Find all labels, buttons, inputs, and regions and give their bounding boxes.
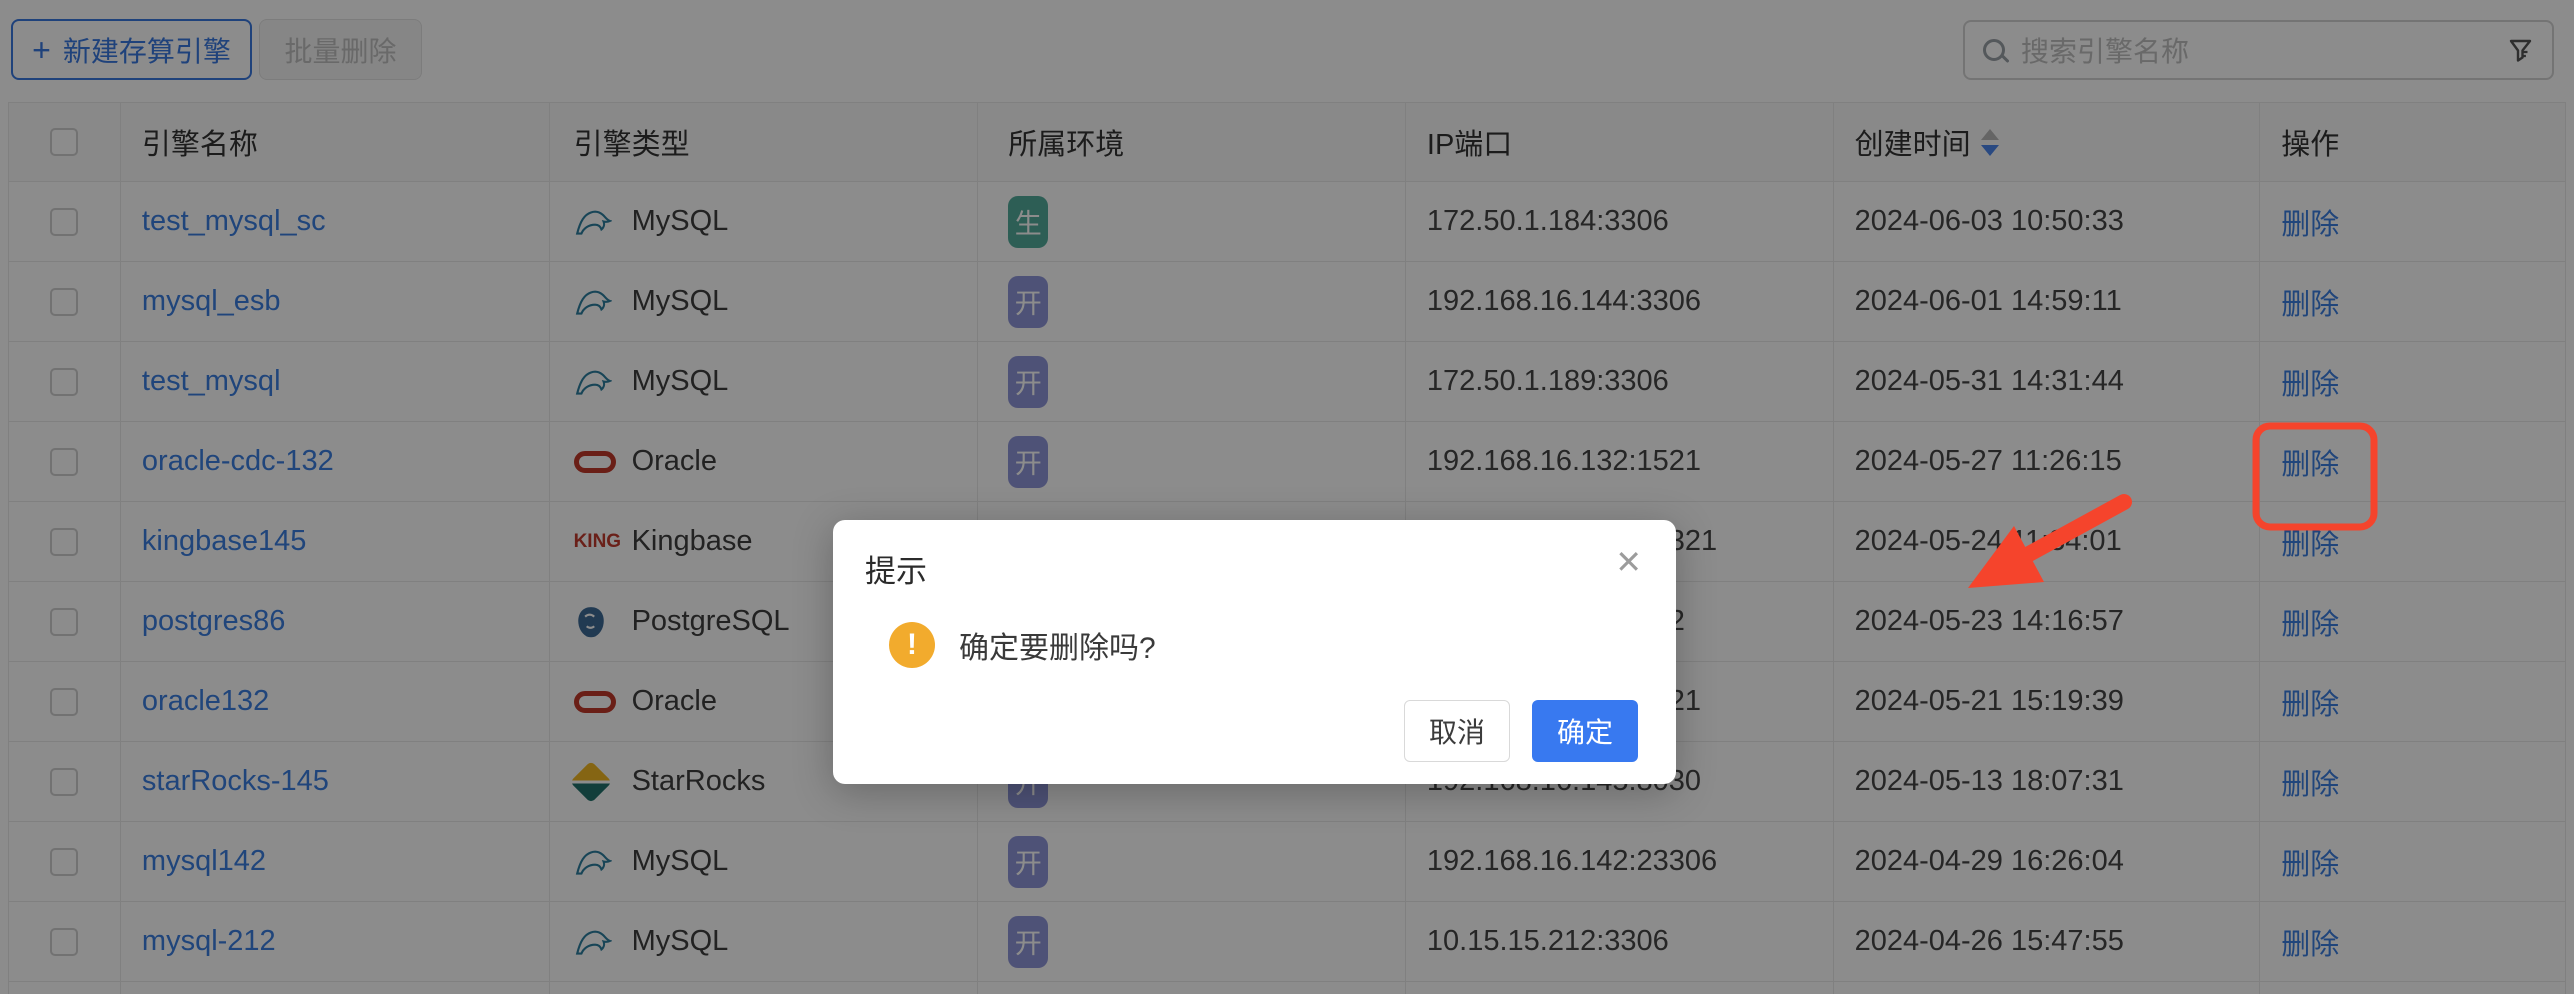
confirm-button[interactable]: 确定 <box>1532 700 1638 762</box>
cancel-button[interactable]: 取消 <box>1404 700 1510 762</box>
modal-mask <box>0 0 2574 994</box>
warning-icon: ! <box>889 622 935 668</box>
delete-confirm-modal: 提示 ✕ ! 确定要删除吗? 取消 确定 <box>833 520 1676 784</box>
confirm-message: 确定要删除吗? <box>959 623 1156 667</box>
engine-management-page: + 新建存算引擎 批量删除 搜索引擎名称 引擎名称 引擎类型 所属环境 IP端口… <box>0 0 2574 994</box>
close-icon[interactable]: ✕ <box>1615 546 1642 578</box>
modal-title: 提示 <box>865 546 927 591</box>
